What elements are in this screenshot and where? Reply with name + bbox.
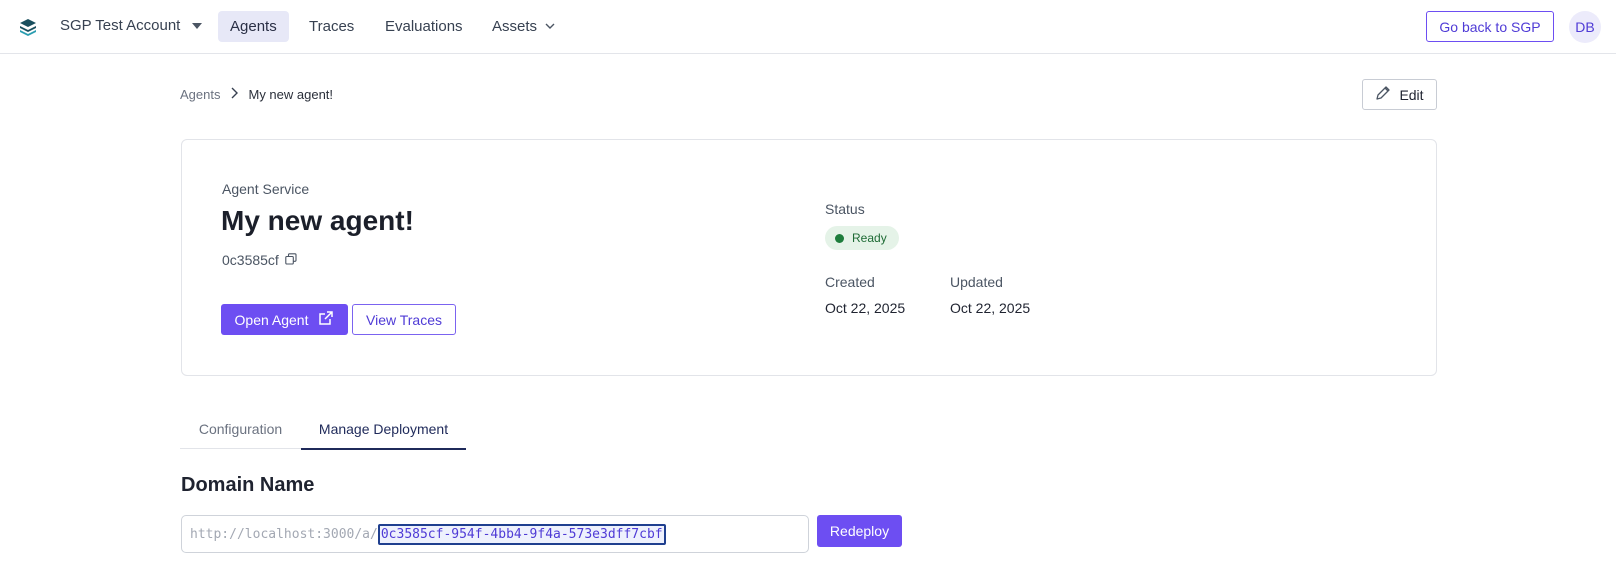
pencil-icon bbox=[1375, 85, 1391, 104]
status-label: Status bbox=[825, 201, 865, 217]
created-label: Created bbox=[825, 274, 875, 290]
nav-tab-agents[interactable]: Agents bbox=[218, 11, 289, 42]
nav-tab-assets[interactable]: Assets bbox=[480, 11, 567, 42]
status-dot-icon bbox=[835, 233, 844, 243]
detail-tabs: Configuration Manage Deployment bbox=[180, 413, 466, 450]
external-link-icon bbox=[318, 310, 334, 329]
app-logo-icon[interactable] bbox=[18, 17, 38, 37]
tab-configuration[interactable]: Configuration bbox=[180, 413, 301, 449]
avatar[interactable]: DB bbox=[1569, 11, 1601, 43]
domain-slug[interactable]: 0c3585cf-954f-4bb4-9f4a-573e3dff7cbf bbox=[377, 523, 666, 545]
caret-down-icon bbox=[192, 22, 203, 29]
created-date: Oct 22, 2025 bbox=[825, 300, 906, 316]
domain-name-input[interactable]: http://localhost:3000/a/0c3585cf-954f-4b… bbox=[181, 515, 809, 553]
account-switcher[interactable]: SGP Test Account bbox=[60, 17, 203, 34]
agent-service-label: Agent Service bbox=[222, 181, 310, 197]
open-agent-button[interactable]: Open Agent bbox=[221, 304, 348, 335]
copy-icon[interactable] bbox=[285, 252, 297, 268]
breadcrumb-current: My new agent! bbox=[248, 87, 334, 102]
agent-summary-card: Agent Service My new agent! 0c3585cf Ope… bbox=[181, 139, 1437, 376]
edit-button[interactable]: Edit bbox=[1362, 79, 1437, 110]
top-navbar: SGP Test Account Agents Traces Evaluatio… bbox=[0, 0, 1616, 54]
view-traces-button[interactable]: View Traces bbox=[352, 304, 456, 335]
nav-tab-label: Traces bbox=[309, 18, 355, 35]
nav-tab-label: Agents bbox=[230, 18, 277, 35]
nav-tab-label: Evaluations bbox=[385, 18, 463, 35]
updated-label: Updated bbox=[950, 274, 1003, 290]
status-text: Ready bbox=[852, 231, 887, 245]
open-agent-label: Open Agent bbox=[234, 311, 309, 328]
breadcrumb-agents-link[interactable]: Agents bbox=[180, 87, 220, 102]
domain-prefix: http://localhost:3000/a/ bbox=[190, 526, 378, 542]
page-title: My new agent! bbox=[221, 205, 414, 236]
updated-date: Oct 22, 2025 bbox=[950, 300, 1031, 316]
nav-tab-label: Assets bbox=[492, 18, 538, 35]
breadcrumb: Agents My new agent! bbox=[180, 87, 333, 102]
chevron-down-icon bbox=[545, 18, 555, 35]
agent-id-text: 0c3585cf bbox=[222, 252, 279, 268]
tab-manage-deployment[interactable]: Manage Deployment bbox=[301, 413, 466, 450]
status-badge: Ready bbox=[825, 226, 899, 250]
nav-tab-traces[interactable]: Traces bbox=[297, 11, 366, 42]
go-back-button[interactable]: Go back to SGP bbox=[1426, 11, 1554, 42]
account-name: SGP Test Account bbox=[60, 17, 181, 34]
domain-name-heading: Domain Name bbox=[181, 474, 315, 496]
redeploy-button[interactable]: Redeploy bbox=[817, 515, 902, 547]
nav-tab-evaluations[interactable]: Evaluations bbox=[373, 11, 475, 42]
agent-id: 0c3585cf bbox=[222, 252, 297, 268]
chevron-right-icon bbox=[230, 87, 239, 102]
edit-label: Edit bbox=[1399, 86, 1424, 103]
